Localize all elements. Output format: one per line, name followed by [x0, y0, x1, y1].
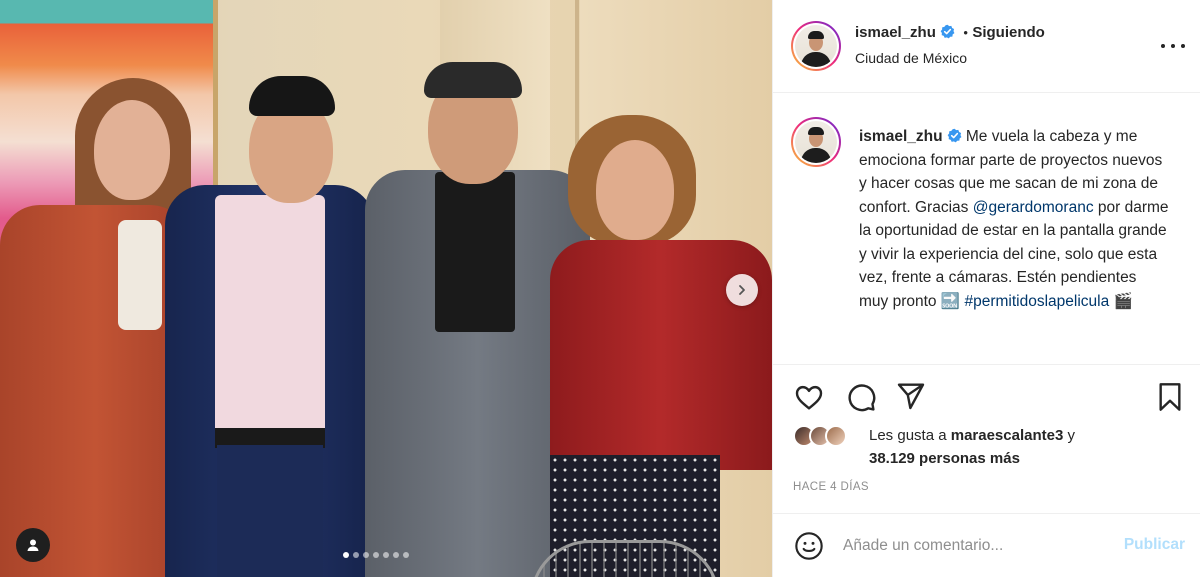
likes-count-link[interactable]: 38.129 personas más — [869, 450, 1020, 467]
caption-username[interactable]: ismael_zhu — [859, 128, 943, 145]
next-slide-button[interactable] — [726, 274, 758, 306]
more-horizontal-icon — [1161, 44, 1165, 48]
comment-icon — [848, 384, 876, 412]
post-photo[interactable] — [0, 0, 772, 577]
post-header: ismael_zhu • Siguiendo Ciudad de México — [773, 0, 1200, 93]
like-button[interactable] — [793, 381, 825, 418]
following-button[interactable]: Siguiendo — [972, 24, 1045, 41]
carousel-dot — [403, 552, 409, 558]
verified-badge-icon — [947, 128, 961, 143]
caption-hashtag-link[interactable]: #permitidoslapelicula — [964, 293, 1109, 310]
save-button[interactable] — [1155, 381, 1185, 418]
clapper-emoji: 🎬 — [1113, 292, 1133, 310]
bookmark-icon — [1159, 383, 1181, 411]
soon-emoji: 🔜 — [940, 292, 961, 310]
first-liker-link[interactable]: maraescalante3 — [951, 427, 1064, 444]
chevron-right-icon — [739, 285, 745, 295]
verified-badge-icon — [940, 24, 955, 39]
comment-button[interactable] — [845, 381, 877, 418]
add-comment-bar: Publicar — [773, 513, 1200, 577]
header-username[interactable]: ismael_zhu — [855, 24, 936, 41]
carousel-dot — [343, 552, 349, 558]
avatar[interactable] — [791, 21, 841, 71]
header-user-line: ismael_zhu • Siguiendo — [855, 24, 1045, 42]
caption-mention-link[interactable]: @gerardomoranc — [973, 199, 1094, 216]
comment-input[interactable] — [843, 534, 1103, 558]
caption-area: ismael_zhu Me vuela la cabeza y me emoci… — [773, 94, 1200, 364]
carousel-dot — [383, 552, 389, 558]
follow-separator: • — [963, 25, 968, 40]
likes-text: Les gusta a maraescalante3 y 38.129 pers… — [869, 424, 1129, 470]
post-side-panel: ismael_zhu • Siguiendo Ciudad de México … — [772, 0, 1200, 577]
person-man-navy-suit — [165, 0, 375, 577]
tagged-users-button[interactable] — [16, 528, 50, 562]
caption-avatar[interactable] — [791, 117, 841, 167]
likes-connector: y — [1067, 427, 1076, 444]
carousel-dot — [373, 552, 379, 558]
more-options-button[interactable] — [1161, 36, 1185, 56]
caption-text: ismael_zhu Me vuela la cabeza y me emoci… — [859, 125, 1169, 313]
post-actions: Les gusta a maraescalante3 y 38.129 pers… — [773, 364, 1200, 524]
carousel-dot — [363, 552, 369, 558]
smiley-icon — [795, 532, 823, 560]
carousel-dot — [353, 552, 359, 558]
share-button[interactable] — [895, 380, 927, 417]
post-location[interactable]: Ciudad de México — [855, 50, 967, 66]
user-tag-icon — [27, 539, 39, 551]
paper-plane-icon — [897, 383, 925, 410]
carousel-dot — [393, 552, 399, 558]
carousel-indicator — [343, 552, 409, 558]
publish-button[interactable]: Publicar — [1124, 536, 1185, 554]
emoji-button[interactable] — [793, 530, 825, 567]
post-timestamp[interactable]: HACE 4 DÍAS — [793, 481, 869, 493]
liker-avatar[interactable] — [825, 425, 847, 447]
likes-prefix: Les gusta a — [869, 427, 947, 444]
heart-icon — [795, 385, 823, 410]
